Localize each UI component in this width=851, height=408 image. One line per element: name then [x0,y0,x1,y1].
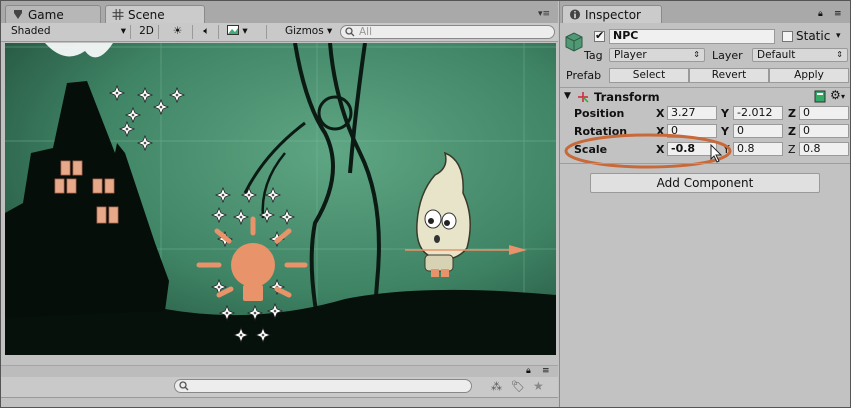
panel-menu-icon[interactable]: ▾≡ [538,9,550,19]
project-search-input[interactable] [174,379,472,393]
panel-menu-icon[interactable]: ≡ [834,9,842,19]
prefab-select-button[interactable]: Select [609,68,689,83]
object-name-value: NPC [613,29,639,42]
gizmos-dropdown[interactable]: Gizmos ▾ [285,25,337,39]
dropdown-arrow-icon: ▾ [120,25,126,37]
effects-dropdown[interactable]: ▾ [223,25,267,39]
prefab-revert-button[interactable]: Revert [689,68,769,83]
position-x-axis-label: X [656,107,665,120]
prefab-apply-label: Apply [794,69,824,81]
dropdown-arrow-icon[interactable]: ▾ [836,31,841,41]
speaker-icon: 🔈︎ [203,25,210,37]
scale-z-field[interactable]: 0.8 [799,142,849,156]
sun-icon: ☀ [172,25,183,37]
project-panel: 🔒︎ ≡ ⁂ 🏷︎ ★ [1,357,558,407]
lock-icon[interactable]: 🔒︎ [818,9,823,19]
foldout-arrow-icon[interactable]: ▼ [564,91,571,101]
tab-inspector-label: Inspector [585,8,641,22]
scene-search-placeholder: All [359,26,373,38]
scene-toolbar: Shaded ▾ 2D ☀ 🔈︎ ▾ Gizmos ▾ All [1,23,558,42]
scene-grid-icon [112,9,124,20]
lighting-toggle[interactable]: ☀ [163,25,193,39]
tab-game[interactable]: Game [5,5,101,23]
unity-editor-window: Game Scene ▾≡ Shaded ▾ 2D ☀ 🔈︎ ▾ Gizmos … [0,0,851,408]
scene-canvas[interactable] [5,43,556,355]
prefab-apply-button[interactable]: Apply [769,68,849,83]
filter-by-type-icon[interactable]: ⁂ [491,380,502,393]
updown-arrow-icon: ⇕ [693,50,700,59]
view-tab-bar: Game Scene ▾≡ [1,1,558,23]
filter-by-label-icon[interactable]: 🏷︎ [511,380,525,393]
add-component-label: Add Component [656,176,754,190]
prefab-select-label: Select [632,69,666,81]
static-checkbox[interactable] [782,31,793,42]
active-checkbox[interactable]: ✔ [594,29,605,42]
position-z-field[interactable]: 0 [799,106,849,120]
rotation-y-field[interactable]: 0 [733,124,783,138]
divider [560,163,850,164]
tag-label: Tag [584,49,603,62]
gear-icon[interactable]: ⚙ [830,88,841,102]
dropdown-arrow-icon: ▾ [327,25,333,37]
transform-icon [578,92,589,103]
tag-value: Player [614,49,647,61]
panel-menu-icon[interactable]: ≡ [542,366,550,376]
render-mode-dropdown[interactable]: Shaded ▾ [7,25,131,39]
tag-dropdown[interactable]: Player ⇕ [609,48,705,62]
static-label: Static [796,29,831,43]
search-icon [179,381,189,391]
project-toolbar: ⁂ 🏷︎ ★ [1,377,558,398]
audio-toggle[interactable]: 🔈︎ [195,25,219,39]
position-x-field[interactable]: 3.27 [667,106,717,120]
image-icon [227,25,239,35]
divider [560,87,850,88]
position-label: Position [574,107,625,120]
layer-label: Layer [712,49,743,62]
scale-z-value: 0.8 [803,142,821,155]
scene-viewport[interactable] [5,43,556,355]
gameobject-cube-icon [565,32,583,52]
mode-2d-label: 2D [139,25,154,37]
scale-y-field[interactable]: 0.8 [733,142,783,156]
favorite-star-icon[interactable]: ★ [533,379,544,393]
rotation-z-field[interactable]: 0 [799,124,849,138]
render-mode-value: Shaded [11,25,51,37]
gizmos-label: Gizmos [285,25,324,37]
rotation-z-value: 0 [803,124,810,137]
checkmark-icon: ✔ [595,29,605,42]
position-x-value: 3.27 [671,106,696,119]
object-name-field[interactable]: NPC [609,29,775,44]
search-icon [345,27,355,37]
tab-scene-label: Scene [128,8,165,22]
scene-search-input[interactable]: All [340,25,555,39]
mouse-cursor-icon [710,144,723,163]
position-z-value: 0 [803,106,810,119]
tab-scene[interactable]: Scene [105,5,205,23]
position-y-value: -2.012 [737,106,773,119]
dropdown-arrow-icon[interactable]: ▾ [841,92,845,101]
position-y-field[interactable]: -2.012 [733,106,783,120]
transform-title: Transform [594,90,660,104]
updown-arrow-icon: ⇕ [836,50,843,59]
position-z-axis-label: Z [788,107,796,120]
tab-game-label: Game [28,8,64,22]
rotation-z-axis-label: Z [788,125,796,138]
layer-value: Default [757,49,796,61]
prefab-revert-label: Revert [711,69,747,81]
lock-icon[interactable]: 🔒︎ [526,366,531,376]
inspector-tab-bar: Inspector 🔒︎ ≡ [560,1,850,23]
inspector-panel: Inspector 🔒︎ ≡ ✔ NPC Static ▾ Tag Player… [559,1,850,407]
tab-inspector[interactable]: Inspector [562,5,662,23]
help-book-icon[interactable] [814,90,826,103]
scale-z-axis-label: Z [788,143,796,156]
info-icon [569,9,581,20]
position-y-axis-label: Y [721,107,729,120]
layer-dropdown[interactable]: Default ⇕ [752,48,848,62]
mode-2d-toggle[interactable]: 2D [135,25,159,39]
prefab-label: Prefab [566,69,602,82]
dropdown-arrow-icon: ▾ [242,25,248,37]
game-icon [14,10,22,19]
add-component-button[interactable]: Add Component [590,173,820,193]
